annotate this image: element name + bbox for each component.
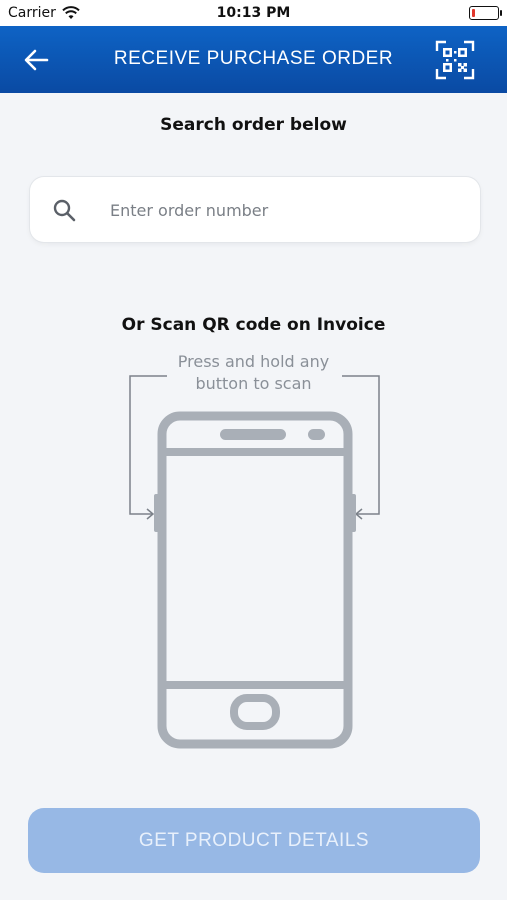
battery-level	[472, 9, 475, 17]
page-title: RECEIVE PURCHASE ORDER	[113, 48, 394, 69]
back-button[interactable]	[14, 42, 58, 78]
scan-qr-button[interactable]	[433, 38, 477, 82]
scan-heading: Or Scan QR code on Invoice	[121, 315, 386, 335]
get-product-details-button[interactable]: GET PRODUCT DETAILS	[28, 808, 480, 873]
qr-code-scan-icon	[435, 40, 475, 80]
search-icon	[53, 199, 76, 222]
status-time: 10:13 PM	[216, 5, 291, 21]
battery-low-icon	[469, 6, 502, 20]
scan-hint-line1: Press and hold any	[177, 352, 330, 371]
arrow-left-icon	[24, 49, 49, 71]
phone-side-buttons-illustration	[129, 375, 380, 749]
status-bar: Carrier 10:13 PM	[0, 0, 507, 26]
search-heading: Search order below	[160, 115, 347, 135]
order-number-input[interactable]	[110, 195, 460, 225]
app-header: RECEIVE PURCHASE ORDER	[0, 26, 507, 93]
